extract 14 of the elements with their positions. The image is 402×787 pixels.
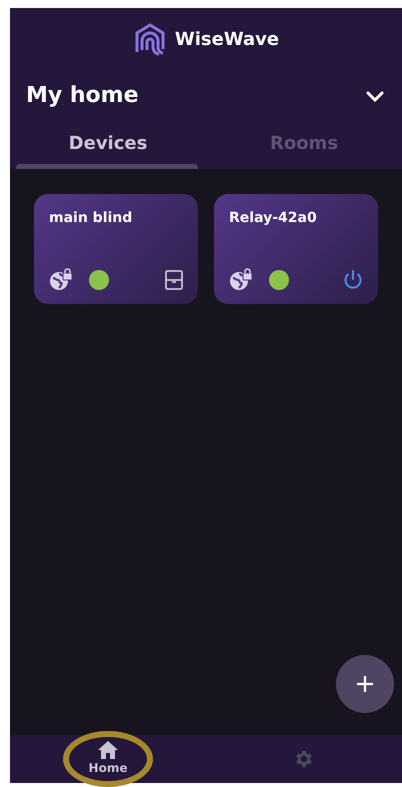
plus-icon [356, 675, 374, 693]
logo-icon [132, 22, 167, 56]
tab[interactable]: Devices [10, 120, 206, 169]
power-icon[interactable] [343, 270, 363, 290]
device-card[interactable]: Relay-42a0 [214, 194, 378, 304]
blind-icon[interactable] [165, 270, 183, 290]
globe-lock-icon [49, 268, 73, 292]
globe-lock-icon [229, 268, 253, 292]
home-icon [98, 741, 118, 759]
device-name: main blind [49, 209, 134, 228]
device-name: Relay-42a0 [229, 209, 318, 228]
device-card[interactable]: main blind [34, 194, 198, 304]
app-name: WiseWave [174, 28, 280, 52]
home-title: My home [26, 82, 139, 110]
